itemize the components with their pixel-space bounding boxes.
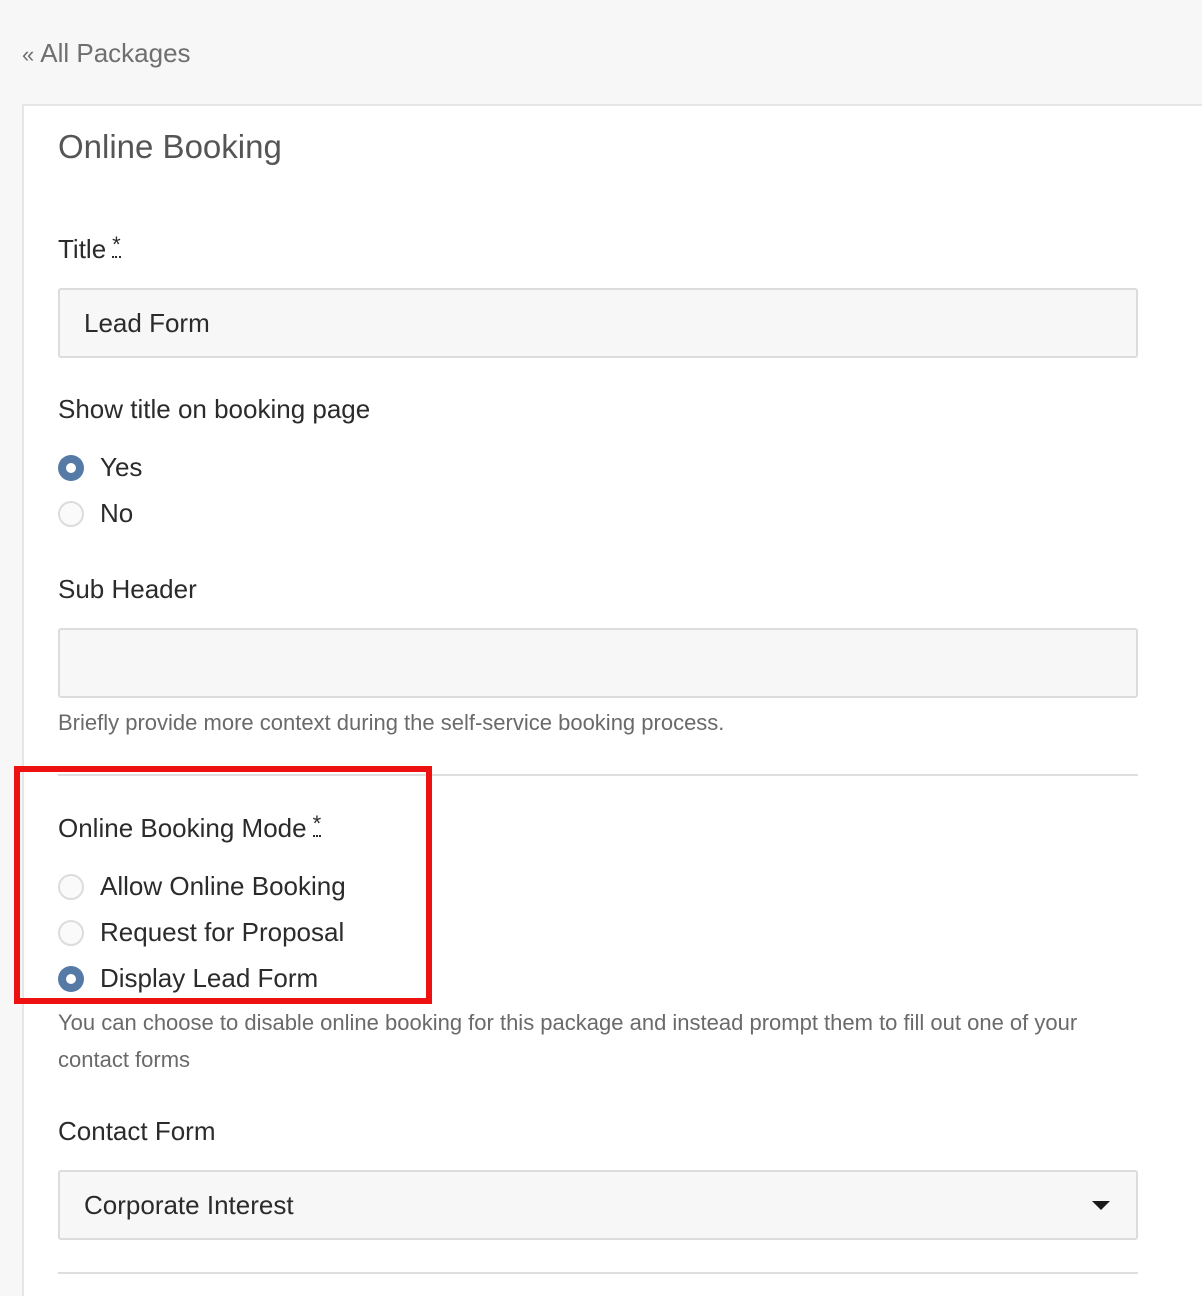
caret-down-icon: [1092, 1200, 1110, 1210]
title-input[interactable]: [58, 288, 1138, 358]
booking-mode-display-lead-form-option[interactable]: Display Lead Form: [58, 963, 318, 994]
double-chevron-left-icon: «: [22, 42, 35, 67]
booking-mode-request-proposal-option[interactable]: Request for Proposal: [58, 917, 344, 948]
show-title-no-label: No: [100, 498, 134, 528]
sub-header-help-text: Briefly provide more context during the …: [58, 710, 725, 735]
radio-unchecked-icon[interactable]: [58, 500, 84, 527]
booking-mode-label: Online Booking Mode *: [58, 811, 322, 844]
booking-mode-label-text: Online Booking Mode: [58, 813, 307, 843]
contact-form-select[interactable]: Corporate Interest: [58, 1170, 1138, 1240]
show-title-yes-option[interactable]: Yes: [58, 452, 142, 483]
sub-header-label: Sub Header: [58, 574, 197, 604]
back-to-packages-link[interactable]: «All Packages: [22, 38, 191, 69]
allow-online-booking-label: Allow Online Booking: [100, 871, 346, 901]
display-lead-form-label: Display Lead Form: [100, 963, 319, 993]
radio-unchecked-icon[interactable]: [58, 873, 84, 900]
contact-form-selected-value: Corporate Interest: [84, 1189, 294, 1220]
show-title-yes-label: Yes: [100, 452, 143, 482]
required-indicator: *: [112, 232, 121, 258]
panel-title: Online Booking: [58, 128, 282, 165]
booking-mode-help-text: You can choose to disable online booking…: [58, 1010, 1078, 1072]
section-divider: [58, 1272, 1138, 1274]
contact-form-label: Contact Form: [58, 1116, 216, 1146]
radio-checked-icon[interactable]: [58, 454, 84, 481]
section-divider: [58, 774, 1138, 776]
radio-unchecked-icon[interactable]: [58, 919, 84, 946]
show-title-label: Show title on booking page: [58, 394, 371, 424]
online-booking-panel: Online Booking Title* Show title on book…: [22, 104, 1202, 1296]
title-label-text: Title: [58, 234, 107, 264]
title-label: Title *: [58, 234, 121, 265]
sub-header-input[interactable]: [58, 628, 1138, 698]
request-for-proposal-label: Request for Proposal: [100, 917, 345, 947]
show-title-no-option[interactable]: No: [58, 498, 133, 529]
back-link-label: All Packages: [40, 38, 191, 68]
booking-mode-allow-online-option[interactable]: Allow Online Booking: [58, 871, 346, 902]
required-indicator: *: [312, 811, 322, 837]
radio-checked-icon[interactable]: [58, 965, 84, 992]
